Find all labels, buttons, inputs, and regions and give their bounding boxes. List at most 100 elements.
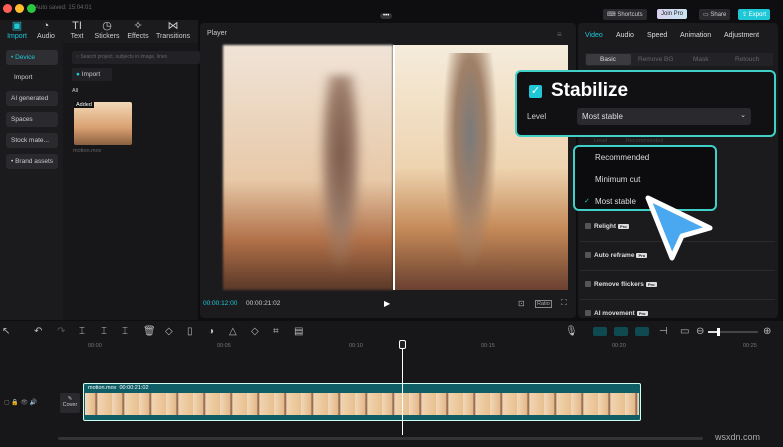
- tab-effects[interactable]: ✧ Effects: [121, 20, 155, 40]
- select-tool-icon[interactable]: ↖: [2, 326, 10, 337]
- menu-icon[interactable]: ≡: [557, 30, 562, 39]
- sidebar-item-spaces[interactable]: Spaces: [6, 112, 58, 127]
- checkbox[interactable]: [585, 281, 591, 288]
- fit-icon[interactable]: ⊡: [518, 299, 525, 308]
- ruler-tick: 00:20: [612, 343, 626, 349]
- option-recommended[interactable]: Recommended: [595, 153, 649, 162]
- cover-button[interactable]: ✎ Cover: [60, 393, 80, 413]
- sidebar-item-device[interactable]: • Device: [6, 50, 58, 65]
- clip-name: motion.mov: [88, 385, 117, 391]
- split-view-icon[interactable]: ⊣: [659, 326, 668, 337]
- tab-audio-props[interactable]: Audio: [616, 32, 634, 39]
- tab-animation[interactable]: Animation: [680, 32, 711, 39]
- magnet-toggle[interactable]: [593, 327, 607, 336]
- total-time: 00:00:21:02: [246, 300, 281, 307]
- subtab-mask[interactable]: Mask: [693, 56, 709, 63]
- undo-icon[interactable]: ↶: [34, 326, 42, 337]
- shortcuts-button[interactable]: ⌨ Shortcuts: [603, 9, 647, 20]
- stabilize-checkbox[interactable]: ✓: [529, 85, 542, 98]
- level-select[interactable]: Most stable ⌄: [577, 108, 751, 125]
- ratio-button[interactable]: Ratio: [535, 300, 552, 308]
- player-title: Player: [207, 30, 227, 37]
- play-button[interactable]: ▶: [384, 299, 390, 308]
- delete-icon[interactable]: 🗑: [143, 326, 156, 337]
- auto-caption-icon[interactable]: ▤: [294, 326, 303, 337]
- minimize-window-button[interactable]: [15, 4, 24, 13]
- tab-text[interactable]: TI Text: [60, 20, 94, 40]
- sidebar-item-import[interactable]: Import: [6, 70, 58, 85]
- stabilize-callout: ✓ Stabilize Level Most stable ⌄: [515, 70, 776, 137]
- search-input[interactable]: ○ Search project, subjects in image, lin…: [72, 51, 200, 64]
- preview-axis-toggle[interactable]: [635, 327, 649, 336]
- ai-movement-option[interactable]: AI movement Pro: [585, 310, 648, 317]
- tab-label: Audio: [37, 33, 55, 40]
- microphone-icon[interactable]: 🎙: [565, 326, 578, 337]
- zoom-slider[interactable]: [708, 328, 758, 336]
- checkbox[interactable]: [585, 252, 591, 259]
- link-toggle[interactable]: [614, 327, 628, 336]
- chevron-down-icon: ⌄: [740, 112, 746, 119]
- subtab-remove-bg[interactable]: Remove BG: [638, 56, 673, 63]
- feature-label: Remove flickers: [594, 281, 644, 288]
- subtab-basic[interactable]: Basic: [600, 56, 616, 63]
- redo-icon[interactable]: ↷: [57, 326, 65, 337]
- checkbox[interactable]: [585, 223, 591, 230]
- reverse-icon[interactable]: ◑: [208, 326, 214, 337]
- marker-icon[interactable]: ◇: [165, 326, 173, 337]
- option-minimum-cut[interactable]: Minimum cut: [595, 175, 640, 184]
- added-badge: Added: [74, 102, 94, 108]
- mirror-icon[interactable]: △: [229, 326, 237, 337]
- playhead[interactable]: [402, 340, 403, 435]
- horizontal-scrollbar[interactable]: [58, 437, 703, 440]
- relight-option[interactable]: Relight Pro: [585, 223, 629, 230]
- share-label: Share: [710, 12, 727, 18]
- crop-icon[interactable]: ⌗: [273, 326, 279, 337]
- tab-transitions[interactable]: ⋈ Transitions: [156, 20, 190, 40]
- fullscreen-icon[interactable]: ⛶: [561, 298, 567, 308]
- tab-audio[interactable]: ◔ Audio: [29, 20, 63, 40]
- tab-speed[interactable]: Speed: [647, 32, 667, 39]
- tab-stickers[interactable]: ◷ Stickers: [90, 20, 124, 40]
- zoom-out-icon[interactable]: ⊖: [696, 326, 704, 337]
- compare-divider[interactable]: [393, 45, 395, 290]
- checkbox[interactable]: [585, 310, 591, 317]
- remove-flickers-option[interactable]: Remove flickers Pro: [585, 281, 657, 288]
- import-button[interactable]: ● Import: [72, 68, 112, 81]
- pro-badge: Pro: [618, 223, 629, 229]
- rotate-icon[interactable]: ◇: [251, 326, 259, 337]
- subtab-retouch[interactable]: Retouch: [735, 56, 759, 63]
- clip-duration: 00:00:21:02: [119, 385, 149, 391]
- sidebar-item-brand-assets[interactable]: • Brand assets: [6, 154, 58, 169]
- transitions-icon: ⋈: [167, 20, 179, 32]
- close-window-button[interactable]: [3, 4, 12, 13]
- section-label: All: [72, 88, 79, 94]
- sidebar-item-ai-generated[interactable]: AI generated: [6, 91, 58, 106]
- tab-adjustment[interactable]: Adjustment: [724, 32, 759, 39]
- pointer-cursor-icon: [645, 195, 713, 261]
- video-clip[interactable]: motion.mov 00:00:21:02: [83, 383, 641, 421]
- option-most-stable[interactable]: Most stable: [595, 197, 636, 206]
- tab-label: Text: [70, 33, 84, 40]
- shortcuts-label: Shortcuts: [617, 12, 643, 18]
- sidebar-item-stock[interactable]: Stock mate...: [6, 133, 58, 148]
- more-button[interactable]: •••: [380, 13, 393, 19]
- split-left-icon[interactable]: ⌶: [101, 326, 107, 337]
- join-pro-button[interactable]: Join Pro: [657, 9, 688, 19]
- split-icon[interactable]: ⌶: [79, 326, 85, 337]
- auto-reframe-option[interactable]: Auto reframe Pro: [585, 252, 648, 259]
- export-button[interactable]: ⇪ Export: [738, 9, 771, 20]
- playhead-handle[interactable]: [399, 340, 406, 349]
- zoom-slider-handle[interactable]: [717, 328, 720, 336]
- tab-video[interactable]: Video: [585, 32, 603, 39]
- level-label: Level: [527, 112, 547, 121]
- screen-icon[interactable]: ▭: [680, 326, 689, 337]
- split-right-icon[interactable]: ⌶: [122, 326, 128, 337]
- media-thumbnail[interactable]: Added: [74, 102, 132, 145]
- tab-label: Stickers: [94, 33, 120, 40]
- current-time: 00:00:12:00: [203, 300, 238, 307]
- freeze-icon[interactable]: ▯: [187, 326, 193, 337]
- track-controls[interactable]: ▢ 🔒 👁 🔊: [4, 399, 37, 406]
- zoom-in-icon[interactable]: ⊕: [763, 326, 771, 337]
- share-button[interactable]: ▭ Share: [699, 9, 731, 20]
- runner: [440, 53, 500, 283]
